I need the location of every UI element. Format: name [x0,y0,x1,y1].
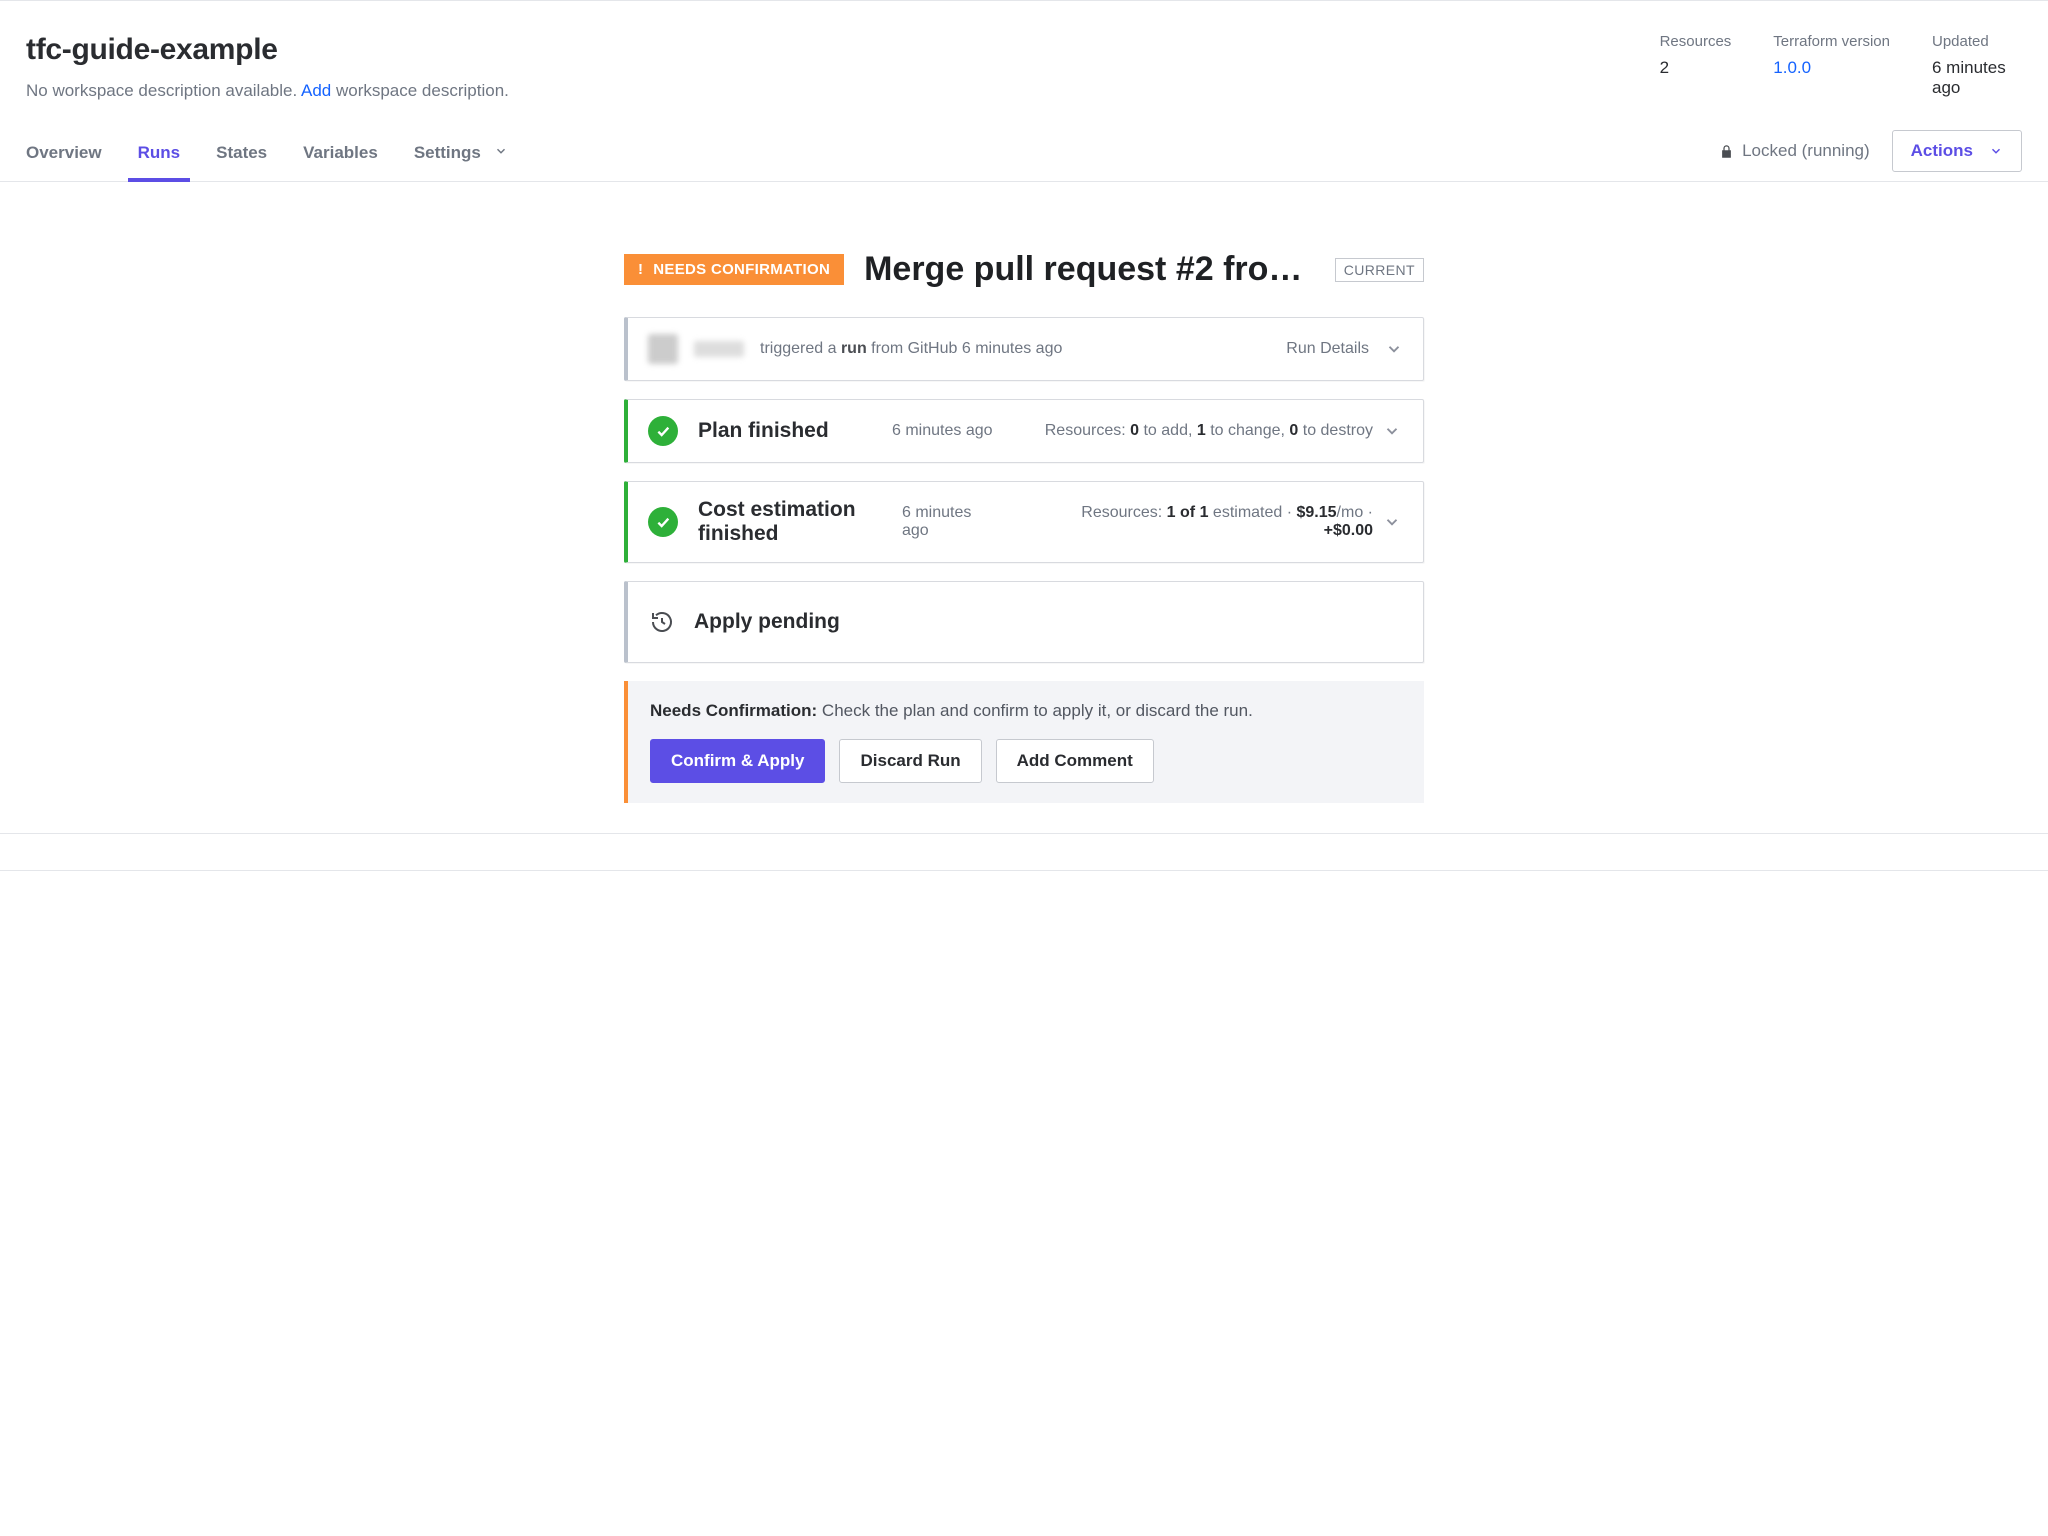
actions-button[interactable]: Actions [1892,130,2022,172]
confirm-panel: Needs Confirmation: Check the plan and c… [624,681,1424,803]
chevron-down-icon [1989,144,2003,158]
actions-label: Actions [1911,141,1973,161]
chevron-down-icon [494,143,508,162]
plan-title: Plan finished [698,419,878,443]
updated-label: Updated [1932,33,2022,50]
run-details-label: Run Details [1286,340,1369,358]
cost-summary: Resources: 1 of 1 estimated · $9.15/mo ·… [998,504,1373,540]
check-icon [648,416,678,446]
confirm-apply-button[interactable]: Confirm & Apply [650,739,825,783]
pending-icon [648,608,676,636]
alert-icon: ! [638,261,643,278]
cost-card[interactable]: Cost estimation finished 6 minutes ago R… [624,481,1424,563]
terraform-version-label: Terraform version [1773,33,1890,50]
workspace-description: No workspace description available. Add … [26,81,509,101]
cost-title: Cost estimation finished [698,498,888,546]
workspace-header: tfc-guide-example No workspace descripti… [0,1,2048,101]
avatar [648,334,678,364]
plan-summary: Resources: 0 to add, 1 to change, 0 to d… [1028,422,1373,440]
tab-runs[interactable]: Runs [138,129,181,181]
discard-run-button[interactable]: Discard Run [839,739,981,783]
lock-icon [1719,144,1734,159]
username-redacted [694,341,744,357]
workspace-meta: Resources 2 Terraform version 1.0.0 Upda… [1660,33,2022,98]
cost-time: 6 minutes ago [902,504,988,540]
desc-prefix: No workspace description available. [26,81,301,100]
tab-states[interactable]: States [216,129,267,181]
run-trigger-card[interactable]: triggered a run from GitHub 6 minutes ag… [624,317,1424,381]
confirm-text: Needs Confirmation: Check the plan and c… [650,701,1402,721]
current-badge: CURRENT [1335,258,1424,282]
needs-confirmation-badge: ! NEEDS CONFIRMATION [624,254,844,285]
terraform-version-link[interactable]: 1.0.0 [1773,58,1890,78]
plan-card[interactable]: Plan finished 6 minutes ago Resources: 0… [624,399,1424,463]
plan-time: 6 minutes ago [892,422,1018,440]
tab-settings[interactable]: Settings [414,129,508,181]
chevron-down-icon[interactable] [1385,340,1403,358]
locked-status: Locked (running) [1719,141,1870,161]
workspace-tabs: Overview Runs States Variables Settings [26,129,508,181]
apply-card: Apply pending [624,581,1424,663]
add-comment-button[interactable]: Add Comment [996,739,1154,783]
resources-label: Resources [1660,33,1732,50]
tab-overview[interactable]: Overview [26,129,102,181]
needs-confirmation-text: NEEDS CONFIRMATION [653,261,830,278]
add-description-link[interactable]: Add [301,81,331,100]
workspace-title: tfc-guide-example [26,33,509,67]
run-title: Merge pull request #2 from … [864,250,1315,289]
updated-value: 6 minutes ago [1932,58,2022,98]
trigger-text: triggered a run from GitHub 6 minutes ag… [760,340,1270,358]
chevron-down-icon[interactable] [1383,513,1403,531]
desc-suffix: workspace description. [331,81,509,100]
check-icon [648,507,678,537]
run-content: ! NEEDS CONFIRMATION Merge pull request … [614,250,1434,833]
locked-text: Locked (running) [1742,141,1870,161]
chevron-down-icon[interactable] [1383,422,1403,440]
tab-settings-label: Settings [414,143,481,162]
resources-value: 2 [1660,58,1732,78]
apply-title: Apply pending [694,610,840,634]
tab-variables[interactable]: Variables [303,129,378,181]
